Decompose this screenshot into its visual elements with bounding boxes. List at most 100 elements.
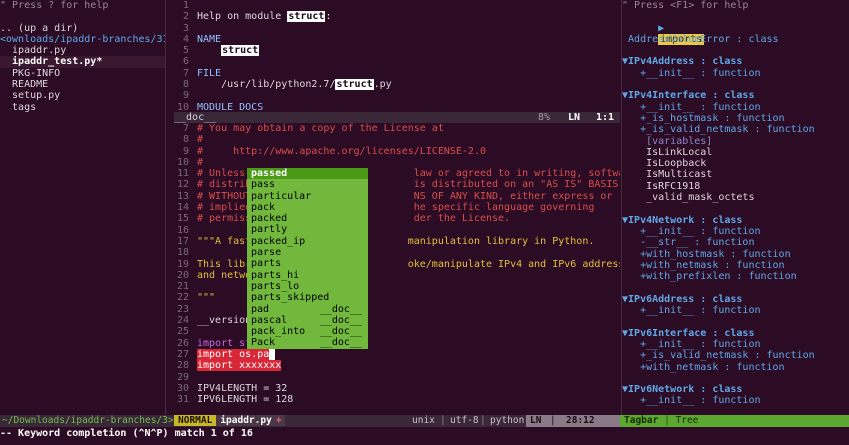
line-number: 16 [176, 224, 189, 236]
tagbar-class: IPv4Interface : class [628, 90, 755, 102]
completion-word: pad [251, 303, 270, 315]
code-line: 15 # permiss der the License. [167, 213, 620, 224]
line-number: 19 [176, 258, 189, 270]
tagbar-entry[interactable]: ▼IPv6Address : class [622, 294, 849, 305]
code-line: 25 [167, 326, 620, 337]
explorer-item-file[interactable]: README [0, 79, 165, 90]
explorer-item-file[interactable]: tags [0, 102, 165, 113]
completion-item[interactable]: parts [247, 258, 368, 269]
completion-item[interactable]: pascal __doc__ [247, 315, 368, 326]
completion-item[interactable]: pack [247, 202, 368, 213]
completion-word: parts [251, 258, 282, 270]
explorer-item-updir[interactable]: .. (up a dir) [0, 23, 165, 34]
line-number: 2 [182, 11, 189, 23]
tagbar-entry[interactable]: IsMulticast [622, 169, 849, 180]
completion-word: pass [251, 179, 276, 191]
completion-item-selected[interactable]: passed [247, 168, 368, 180]
tagbar-entry[interactable]: +__init__ : function [622, 395, 849, 406]
tagbar-entry[interactable]: ▼IPv4Address : class [622, 56, 849, 67]
completion-item[interactable]: parse [247, 247, 368, 258]
line-number: 4 [182, 33, 189, 45]
tagbar-help: " Press <F1> for help [622, 0, 749, 11]
code-line: 29 [167, 372, 620, 383]
line-number: 14 [176, 202, 189, 214]
tagbar-entry[interactable]: +_is_hostmask : function [622, 113, 849, 124]
completion-word: pack_into [251, 326, 306, 338]
tagbar-class: IPv6Interface : class [628, 327, 755, 339]
tagbar-entry[interactable]: ▼IPv6Interface : class [622, 328, 849, 339]
line-number: 29 [176, 371, 189, 383]
line-number: 13 [176, 190, 189, 202]
command-line: -- Keyword completion (^N^P) match 1 of … [0, 427, 849, 445]
completion-item[interactable]: pad __doc__ [247, 304, 368, 315]
pydoc-help-window[interactable]: 1 2 Help on module struct: 3 4 NAME 5 struct 6 7… [167, 0, 620, 112]
tagbar-entry[interactable]: +with_netmask : function [622, 260, 849, 271]
tagbar-imports-fold[interactable]: ▶ imports [622, 11, 849, 45]
help-line: 2 Help on module struct: [167, 11, 620, 23]
tagbar-function: +__init__ : function [628, 305, 761, 317]
help-line: 3 [167, 23, 620, 34]
completion-item[interactable]: particular [247, 191, 368, 202]
explorer-item-file[interactable]: PKG-INFO [0, 68, 165, 79]
completion-item[interactable]: pass [247, 179, 368, 190]
tagbar-entry[interactable]: +__init__ : function [622, 305, 849, 316]
tagbar-entry[interactable]: +__init__ : function [622, 102, 849, 113]
tagbar-entry[interactable]: ▼IPv4Network : class [622, 215, 849, 226]
completion-item[interactable]: parts_hi [247, 270, 368, 281]
explorer-help: " Press ? for help [0, 0, 109, 11]
help-window-statusline: __doc__ 8% LN 1:1 [174, 112, 620, 123]
code-text: and netwo [197, 269, 252, 281]
tagbar-entry[interactable]: +with_prefixlen : function [622, 271, 849, 282]
tagbar-member: IsMulticast [628, 169, 713, 181]
tagbar-class: IPv4Network : class [628, 214, 743, 226]
tagbar-entry[interactable]: +with_hostmask : function [622, 249, 849, 260]
code-line: 20 and netwo [167, 270, 620, 281]
code-editor-window[interactable]: 7 # You may obtain a copy of the License … [167, 123, 620, 415]
tagbar-entry[interactable]: AddressValueError : class [622, 34, 849, 45]
completion-item[interactable]: partly [247, 224, 368, 235]
tagbar-entry[interactable]: IsLoopback [622, 158, 849, 169]
tagbar-entry[interactable]: ▼IPv4Interface : class [622, 90, 849, 101]
status-filename: ipaddr.py [216, 415, 276, 426]
explorer-item-file[interactable]: setup.py [0, 90, 165, 101]
tagbar-entry[interactable]: -__str__ : function [622, 237, 849, 248]
explorer-item-file[interactable]: ipaddr.py [0, 45, 165, 56]
tagbar-entry[interactable]: ▼IPv6Network : class [622, 384, 849, 395]
tagbar-entry[interactable]: IsRFC1918 [622, 181, 849, 192]
tagbar-entry[interactable]: _valid_mask_octets [622, 192, 849, 203]
tagbar-entry[interactable]: +with_netmask : function [622, 362, 849, 373]
help-line: 1 [167, 0, 620, 11]
code-line: 31 IPV6LENGTH = 128 [167, 394, 620, 405]
tagbar-entry[interactable]: [variables] [622, 136, 849, 147]
line-number: 20 [176, 269, 189, 281]
explorer-current-dir[interactable]: <ownloads/ipaddr-branches/3144/ [0, 34, 165, 45]
completion-item[interactable]: Pack __doc__ [247, 337, 368, 348]
tagbar-entry[interactable]: +_is_valid_netmask : function [622, 350, 849, 361]
explorer-item-file-selected[interactable]: ipaddr_test.py* [0, 56, 165, 68]
line-number: 12 [176, 179, 189, 191]
line-number: 9 [182, 145, 189, 157]
completion-item[interactable]: packed [247, 213, 368, 224]
tagbar-entry[interactable]: +__init__ : function [622, 339, 849, 350]
tagbar-function: +_is_valid_netmask : function [628, 350, 815, 362]
completion-popup-menu[interactable]: passed pass particular pack packed partly pack… [247, 168, 368, 349]
tagbar-entry[interactable]: +__init__ : function [622, 68, 849, 79]
line-number: 24 [176, 315, 189, 327]
code-line: 26 import st [167, 338, 620, 349]
completion-item[interactable]: pack_into __doc__ [247, 326, 368, 337]
tagbar-member: _valid_mask_octets [628, 192, 755, 204]
tagbar-member: IsLinkLocal [628, 146, 713, 158]
code-line: 10 # [167, 157, 620, 168]
status-filetype: python [490, 415, 525, 426]
tagbar-entry[interactable]: +__init__ : function [622, 226, 849, 237]
completion-item[interactable]: parts_skipped [247, 292, 368, 303]
editor-statusline: NORMAL ipaddr.py + unix | utf-8 | python L… [174, 415, 620, 427]
completion-menu-info: __doc__ [319, 314, 362, 326]
line-number: 31 [176, 394, 189, 406]
completion-item[interactable]: packed_ip [247, 236, 368, 247]
completion-item[interactable]: parts_lo [247, 281, 368, 292]
tagbar-entry[interactable]: +_is_valid_netmask : function [622, 124, 849, 135]
line-number: 10 [176, 156, 189, 168]
completion-menu-info: __doc__ [319, 303, 362, 315]
tagbar-entry[interactable]: IsLinkLocal [622, 147, 849, 158]
